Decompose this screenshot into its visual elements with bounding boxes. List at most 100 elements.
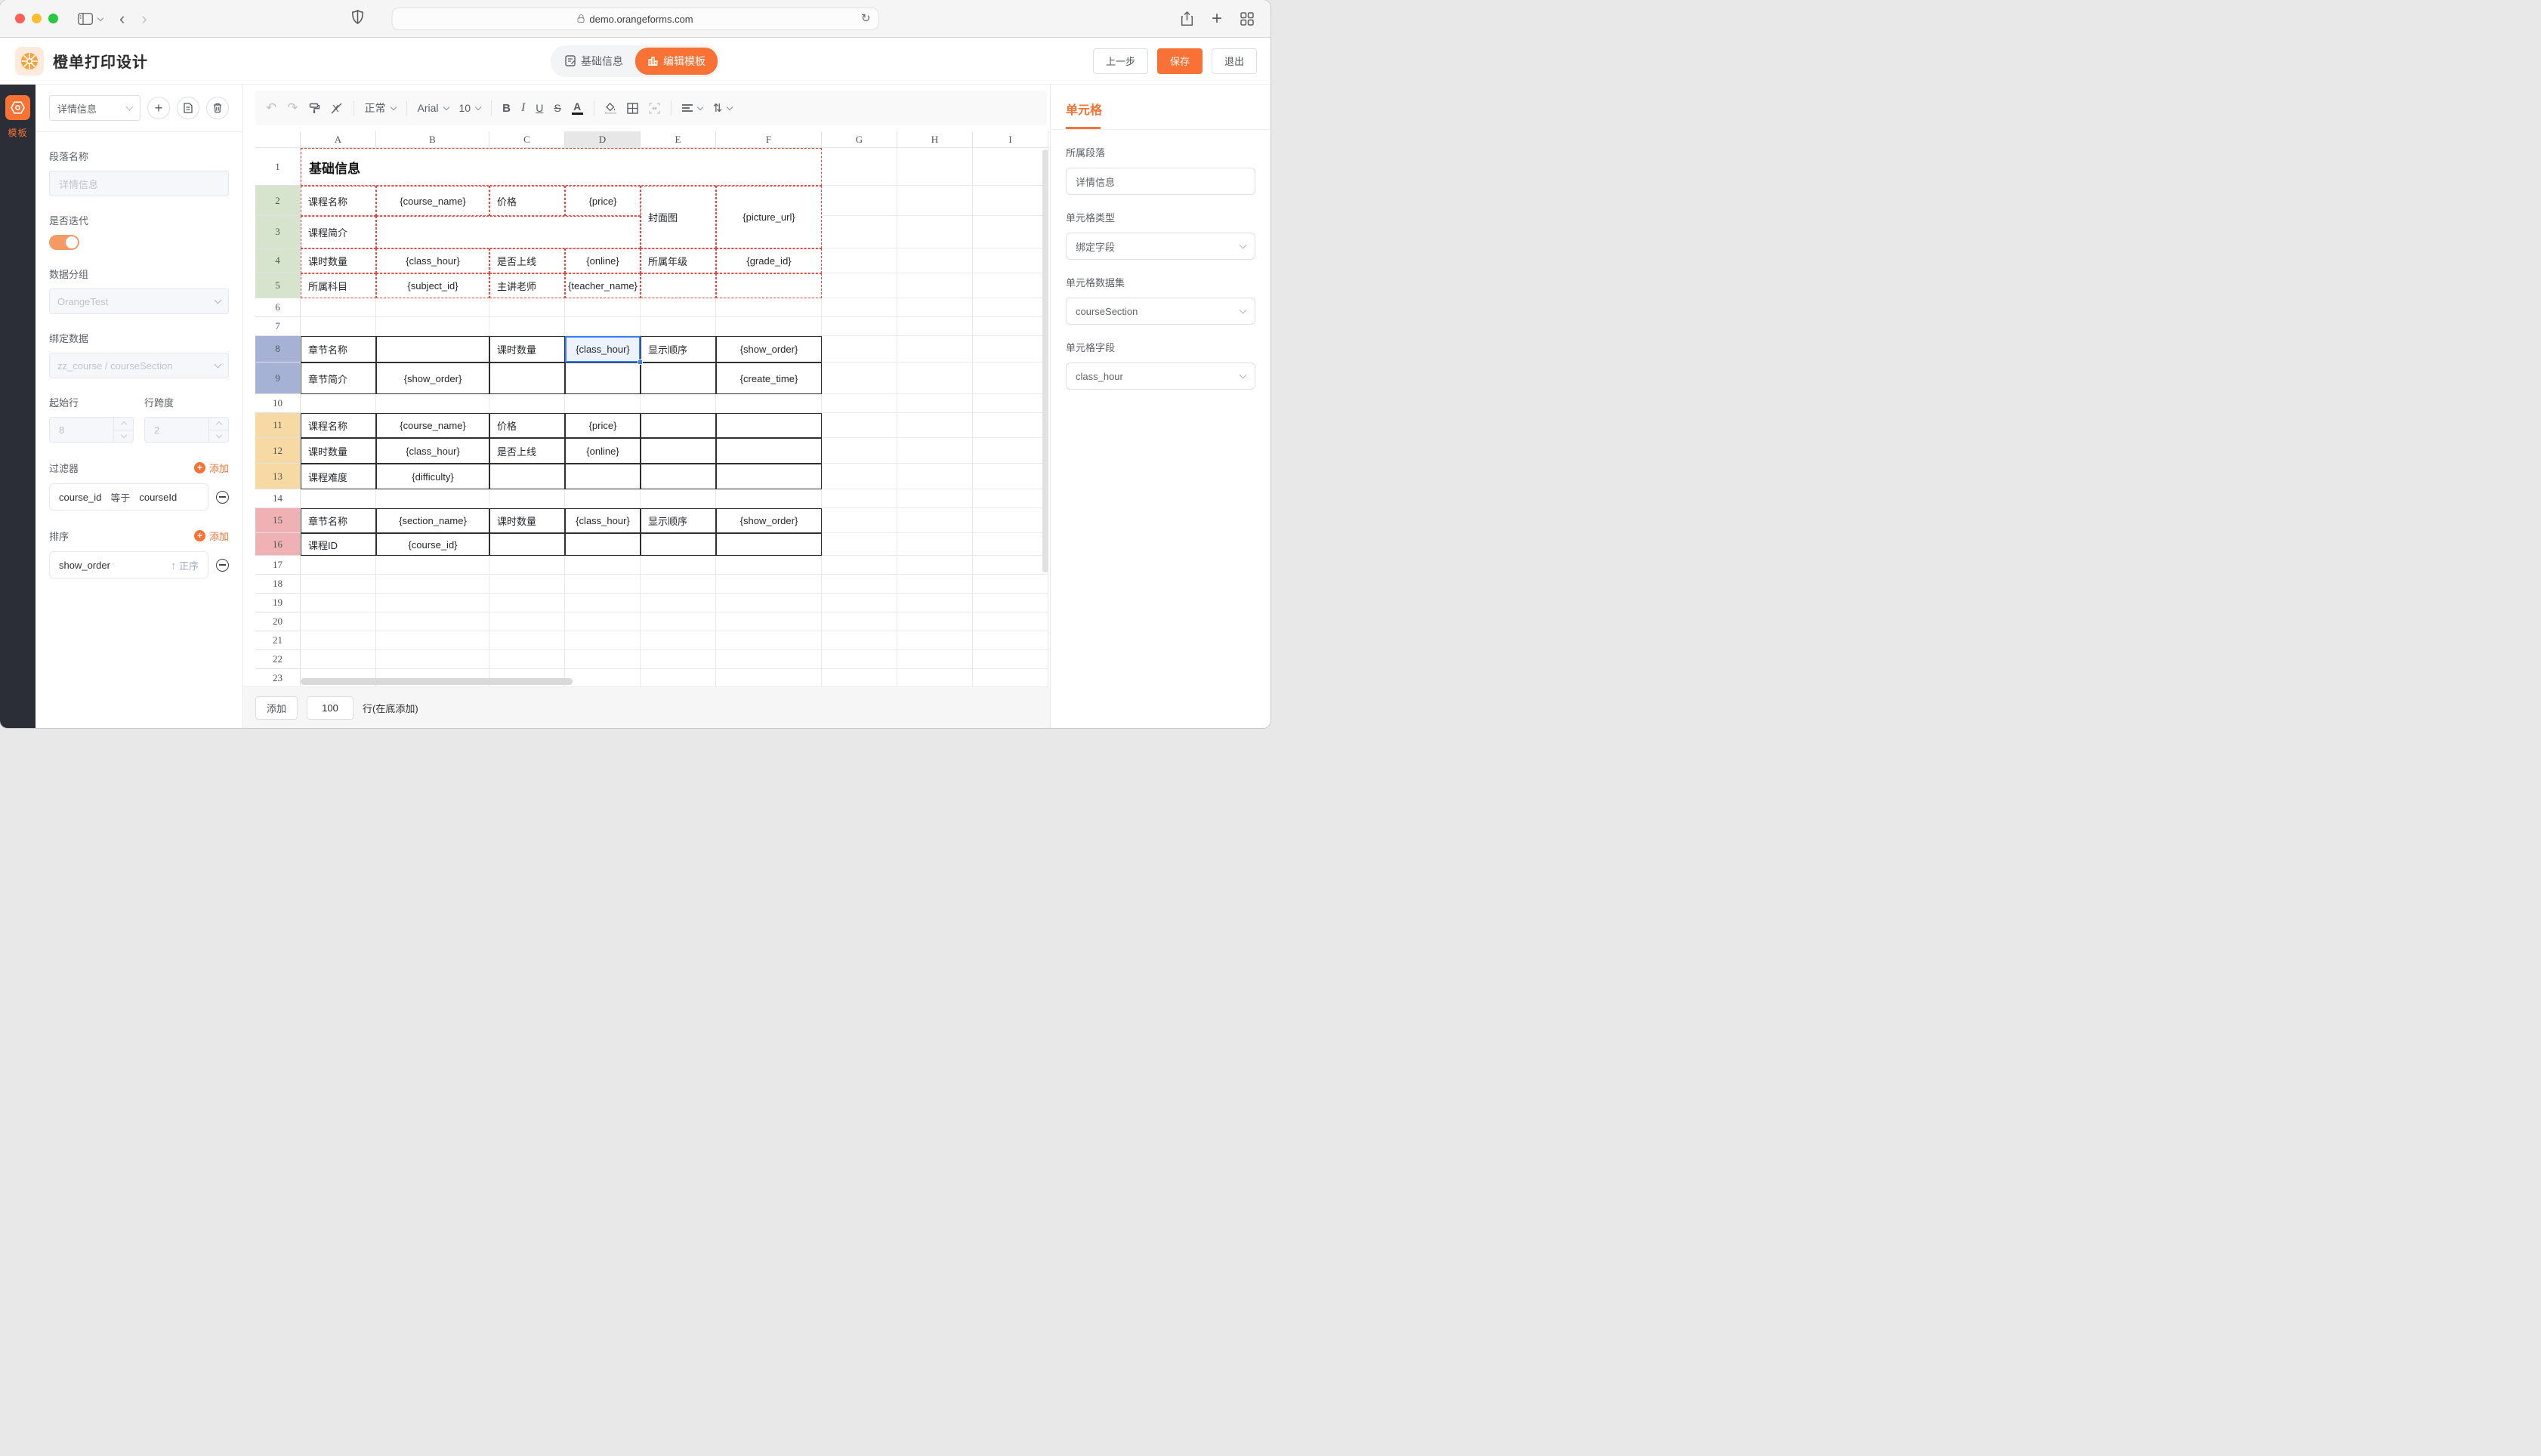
column-header[interactable]: C (489, 131, 565, 148)
sheet-cell[interactable] (973, 248, 1048, 273)
sheet-cell[interactable] (565, 650, 641, 669)
sheet-cell[interactable]: {picture_url} (716, 186, 822, 248)
sheet-cell[interactable] (973, 489, 1048, 508)
sheet-cell[interactable]: {course_id} (376, 533, 489, 556)
sheet-cell[interactable] (716, 464, 822, 489)
sheet-cell[interactable] (489, 631, 565, 650)
row-header[interactable]: 19 (255, 594, 301, 612)
cell-style-select[interactable]: 正常 (365, 100, 396, 116)
sheet-cell[interactable] (641, 556, 716, 575)
sheet-cell[interactable]: {subject_id} (376, 273, 489, 298)
sheet-cell[interactable]: 显示顺序 (641, 336, 716, 362)
sheet-cell[interactable] (897, 148, 973, 186)
filter-item[interactable]: course_id 等于 courseId (49, 483, 208, 511)
sheet-cell[interactable] (716, 273, 822, 298)
sheet-cell[interactable] (973, 612, 1048, 631)
row-header[interactable]: 23 (255, 669, 301, 686)
sheet-cell[interactable]: {teacher_name} (565, 273, 641, 298)
reload-icon[interactable]: ↻ (861, 11, 871, 25)
copy-section-button[interactable] (177, 97, 199, 119)
sheet-cell[interactable]: {show_order} (716, 508, 822, 533)
sheet-cell[interactable] (301, 612, 376, 631)
sheet-cell[interactable] (489, 594, 565, 612)
sheet-cell[interactable] (716, 594, 822, 612)
sheet-cell[interactable] (376, 631, 489, 650)
sheet-cell[interactable] (301, 298, 376, 317)
sheet-cell[interactable] (641, 298, 716, 317)
sheet-cell[interactable]: {class_hour} (565, 336, 641, 362)
sheet-cell[interactable]: {class_hour} (376, 438, 489, 464)
vertical-align-icon[interactable]: ⇅ (713, 101, 733, 115)
sheet-cell[interactable] (822, 489, 897, 508)
cell-field-select[interactable]: class_hour (1066, 362, 1255, 390)
iterate-toggle[interactable] (49, 235, 79, 250)
sheet-cell[interactable]: 课程ID (301, 533, 376, 556)
add-section-button[interactable]: + (147, 97, 170, 119)
sheet-cell[interactable] (641, 464, 716, 489)
sheet-cell[interactable] (973, 394, 1048, 413)
sheet-cell[interactable] (716, 489, 822, 508)
sheet-cell[interactable] (376, 556, 489, 575)
back-button[interactable]: ‹ (119, 11, 125, 27)
sheet-cell[interactable] (376, 216, 641, 248)
sheet-cell[interactable]: {course_name} (376, 186, 489, 216)
zoom-window-button[interactable] (48, 14, 58, 23)
template-nav-label[interactable]: 模板 (8, 126, 27, 139)
row-header[interactable]: 13 (255, 464, 301, 489)
sheet-cell[interactable] (641, 533, 716, 556)
sheet-cell[interactable]: 课程难度 (301, 464, 376, 489)
sheet-cell[interactable] (376, 394, 489, 413)
sheet-cell[interactable] (973, 186, 1048, 216)
privacy-shield-icon[interactable] (352, 10, 363, 24)
sheet-cell[interactable] (376, 298, 489, 317)
decrement-icon[interactable] (209, 430, 228, 443)
row-header[interactable]: 21 (255, 631, 301, 650)
sheet-cell[interactable] (822, 669, 897, 686)
sheet-cell[interactable]: {create_time} (716, 362, 822, 394)
sheet-cell[interactable]: {online} (565, 248, 641, 273)
column-header[interactable]: B (376, 131, 489, 148)
sheet-cell[interactable] (641, 575, 716, 594)
row-span-stepper[interactable]: 2 (144, 417, 229, 443)
sheet-cell[interactable] (822, 508, 897, 533)
previous-step-button[interactable]: 上一步 (1093, 48, 1148, 74)
sheet-cell[interactable] (376, 489, 489, 508)
row-header[interactable]: 11 (255, 413, 301, 438)
sheet-cell[interactable] (565, 489, 641, 508)
sheet-cell[interactable] (489, 362, 565, 394)
sheet-cell[interactable]: {show_order} (376, 362, 489, 394)
column-header[interactable]: A (301, 131, 376, 148)
sheet-cell[interactable]: {online} (565, 438, 641, 464)
row-header[interactable]: 2 (255, 186, 301, 216)
sheet-cell[interactable] (565, 533, 641, 556)
sheet-cell[interactable] (565, 669, 641, 686)
sheet-cell[interactable]: 课程名称 (301, 186, 376, 216)
sheet-cell[interactable]: {class_hour} (376, 248, 489, 273)
data-group-select[interactable]: OrangeTest (49, 288, 229, 314)
sheet-cell[interactable]: {show_order} (716, 336, 822, 362)
sidebar-menu-chevron-icon[interactable] (97, 14, 103, 20)
sheet-cell[interactable] (376, 317, 489, 336)
sheet-cell[interactable] (973, 556, 1048, 575)
sheet-cell[interactable] (897, 556, 973, 575)
cell-type-select[interactable]: 绑定字段 (1066, 233, 1255, 260)
redo-icon[interactable]: ↷ (287, 100, 298, 116)
sheet-cell[interactable] (301, 394, 376, 413)
vertical-scrollbar[interactable] (1042, 150, 1048, 572)
address-bar[interactable]: demo.orangeforms.com ↻ (392, 8, 879, 30)
sheet-cell[interactable] (822, 248, 897, 273)
sheet-cell[interactable] (822, 631, 897, 650)
font-size-select[interactable]: 10 (459, 102, 481, 114)
sheet-cell[interactable] (716, 669, 822, 686)
sheet-cell[interactable] (897, 317, 973, 336)
sheet-cell[interactable] (973, 317, 1048, 336)
sheet-cell[interactable] (489, 575, 565, 594)
sheet-cell[interactable] (822, 148, 897, 186)
sheet-cell[interactable] (897, 438, 973, 464)
sheet-cell[interactable] (897, 362, 973, 394)
row-header[interactable]: 3 (255, 216, 301, 248)
borders-icon[interactable] (627, 103, 638, 114)
sheet-cell[interactable] (489, 464, 565, 489)
sheet-cell[interactable] (973, 594, 1048, 612)
sheet-cell[interactable] (822, 575, 897, 594)
